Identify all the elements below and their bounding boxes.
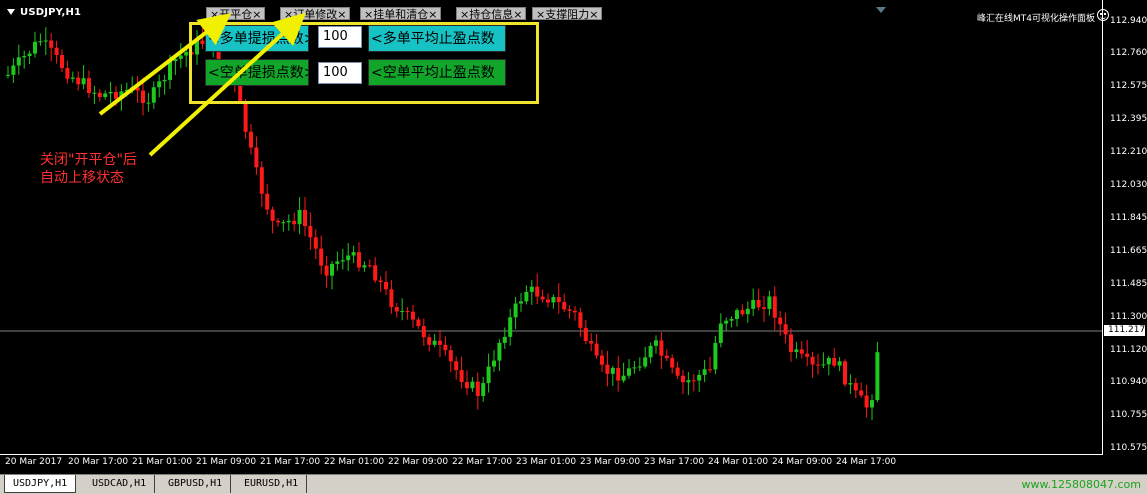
- price-label: 111.120: [1110, 345, 1147, 355]
- price-label: 111.665: [1110, 246, 1147, 256]
- price-label: 110.755: [1110, 410, 1147, 420]
- time-label: 23 Mar 09:00: [580, 457, 641, 467]
- time-label: 21 Mar 01:00: [132, 457, 193, 467]
- time-label: 24 Mar 01:00: [708, 457, 769, 467]
- price-label: 112.395: [1110, 114, 1147, 124]
- symbol-tab-bar: USDJPY,H1 USDCAD,H1 GBPUSD,H1 EURUSD,H1: [0, 474, 1147, 494]
- chart-area[interactable]: USDJPY,H1 ×开平仓× ×订单修改× ×挂单和清仓× ×持仓信息× ×支…: [0, 0, 1147, 474]
- time-label: 20 Mar 17:00: [68, 457, 129, 467]
- annotation-arrows: [98, 12, 306, 157]
- time-label: 24 Mar 09:00: [772, 457, 833, 467]
- price-label: 112.210: [1110, 147, 1147, 157]
- tab-usdcad[interactable]: USDCAD,H1: [84, 475, 156, 493]
- time-label: 23 Mar 01:00: [516, 457, 577, 467]
- price-label: 112.575: [1110, 81, 1147, 91]
- time-label: 22 Mar 01:00: [324, 457, 385, 467]
- time-label: 22 Mar 17:00: [452, 457, 513, 467]
- tab-gbpusd[interactable]: GBPUSD,H1: [160, 475, 232, 493]
- price-label: 112.940: [1110, 16, 1147, 26]
- time-label: 21 Mar 17:00: [260, 457, 321, 467]
- price-label: 111.300: [1110, 312, 1147, 322]
- time-label: 21 Mar 09:00: [196, 457, 257, 467]
- price-label: 111.485: [1110, 279, 1147, 289]
- price-axis: 112.940 112.760 112.575 112.395 112.210 …: [1103, 0, 1147, 474]
- price-label: 110.940: [1110, 377, 1147, 387]
- arrow-to-tab-order-modify: [148, 12, 306, 157]
- current-price-label: 111.217: [1104, 325, 1145, 336]
- time-label: 23 Mar 17:00: [644, 457, 705, 467]
- price-label: 112.030: [1110, 180, 1147, 190]
- price-label: 112.760: [1110, 48, 1147, 58]
- time-label: 22 Mar 09:00: [388, 457, 449, 467]
- tab-eurusd[interactable]: EURUSD,H1: [236, 475, 308, 493]
- time-label: 24 Mar 17:00: [836, 457, 897, 467]
- annotation-text: 关闭"开平仓"后 自动上移状态: [40, 152, 137, 186]
- price-label: 111.845: [1110, 213, 1147, 223]
- time-label: 20 Mar 2017: [5, 457, 63, 467]
- arrow-to-tab-open-close: [98, 13, 232, 116]
- watermark-text: www.125808047.com: [1021, 478, 1141, 491]
- price-label: 110.575: [1110, 443, 1147, 453]
- tab-usdjpy[interactable]: USDJPY,H1: [4, 475, 77, 493]
